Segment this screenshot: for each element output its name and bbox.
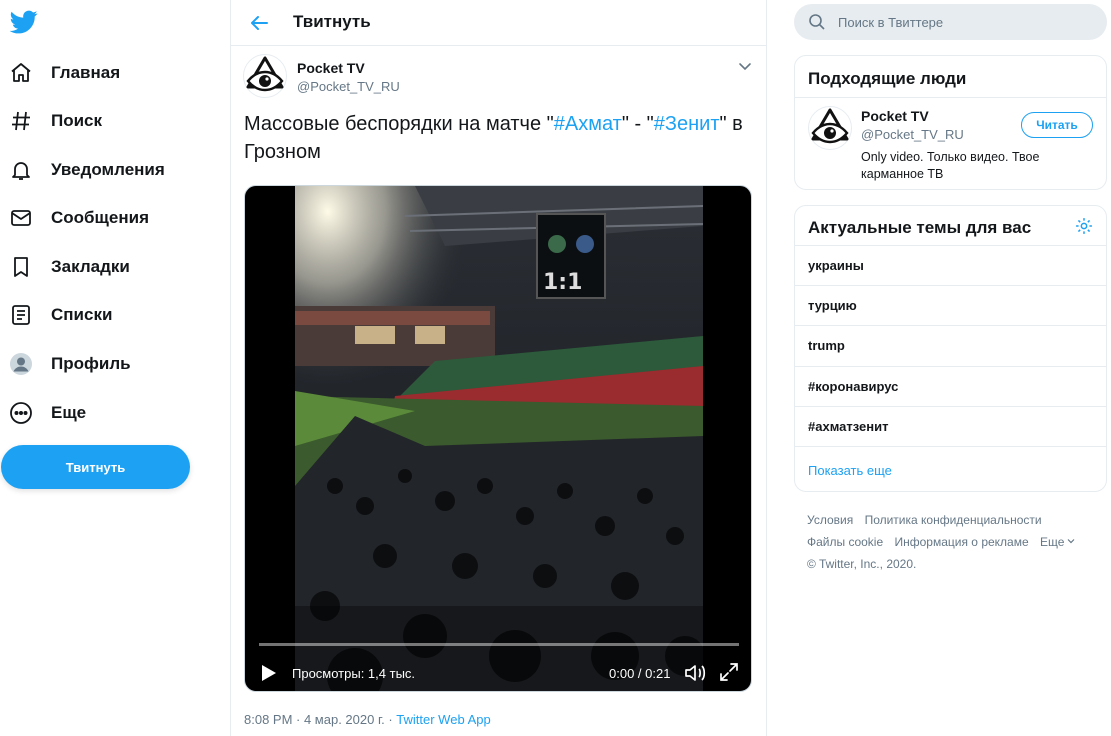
left-nav: Главная Поиск Уведомления Сообщения Закл… — [0, 0, 230, 736]
footer-more-label: Еще — [1040, 535, 1065, 549]
more-circle-icon — [8, 400, 34, 426]
fullscreen-icon[interactable] — [718, 661, 740, 683]
nav-lists-label: Списки — [51, 305, 113, 324]
chevron-down-icon — [1067, 539, 1075, 544]
home-icon — [8, 60, 34, 86]
suggested-user-handle[interactable]: @Pocket_TV_RU — [861, 127, 964, 142]
trends-card: Актуальные темы для вас украины турцию t… — [794, 205, 1107, 492]
suggested-user-bio: Only video. Только видео. Твое карманное… — [861, 150, 1040, 181]
nav-notifications[interactable]: Уведомления — [8, 150, 165, 190]
footer-ads-info-link[interactable]: Информация о рекламе — [895, 531, 1029, 553]
video-progress-bar[interactable] — [259, 643, 739, 646]
nav-messages[interactable]: Сообщения — [8, 198, 149, 238]
twitter-app: Главная Поиск Уведомления Сообщения Закл… — [0, 0, 1111, 736]
nav-lists[interactable]: Списки — [8, 295, 112, 335]
tweet-author-name[interactable]: Pocket TV — [297, 60, 365, 76]
nav-explore-label: Поиск — [51, 111, 103, 130]
tweet-author-handle[interactable]: @Pocket_TV_RU — [297, 79, 400, 94]
nav-profile[interactable]: Профиль — [8, 344, 131, 384]
footer-cookies-link[interactable]: Файлы cookie — [807, 531, 883, 553]
tweet-timestamp[interactable]: 8:08 PM · 4 мар. 2020 г. · — [244, 712, 396, 727]
main-header: Твитнуть — [231, 0, 766, 46]
nav-home-label: Главная — [51, 63, 121, 82]
video-player[interactable]: 1:1 Просмотры: 1,4 тыс. 0:00 / 0:21 — [244, 185, 752, 692]
nav-more[interactable]: Еще — [8, 393, 86, 433]
nav-explore[interactable]: Поиск — [8, 101, 102, 141]
play-icon[interactable] — [257, 662, 279, 684]
trend-item[interactable]: турцию — [795, 286, 1106, 327]
svg-text:1:1: 1:1 — [543, 270, 582, 295]
bell-icon — [8, 157, 34, 183]
footer-copyright: © Twitter, Inc., 2020. — [807, 557, 917, 571]
trend-item[interactable]: украины — [795, 246, 1106, 287]
profile-avatar-icon — [8, 351, 34, 377]
chevron-down-icon[interactable] — [737, 58, 753, 74]
tweet-text-part: " - " — [621, 113, 654, 135]
tweet-source-app[interactable]: Twitter Web App — [396, 712, 490, 727]
trend-item[interactable]: trump — [795, 326, 1106, 367]
list-icon — [8, 302, 34, 328]
trends-title-text: Актуальные темы для вас — [808, 218, 1032, 237]
footer-more-link[interactable]: Еще — [1040, 531, 1076, 553]
who-to-follow-title: Подходящие люди — [795, 56, 1106, 98]
tweet-text: Массовые беспорядки на матче "#Ахмат" - … — [244, 110, 754, 166]
who-to-follow-card: Подходящие люди Pocket TV @Pocket_TV_RU … — [794, 55, 1107, 190]
tweet-button[interactable]: Твитнуть — [1, 445, 190, 489]
tweet-text-part: Массовые беспорядки на матче " — [244, 113, 554, 135]
search-icon — [809, 14, 825, 30]
footer-terms-link[interactable]: Условия — [807, 509, 853, 531]
follow-button[interactable]: Читать — [1021, 112, 1093, 138]
bookmark-icon — [8, 254, 34, 280]
twitter-logo-icon[interactable] — [10, 8, 38, 36]
suggested-user[interactable]: Pocket TV @Pocket_TV_RU Only video. Толь… — [795, 98, 1106, 189]
tweet-meta: 8:08 PM · 4 мар. 2020 г. · Twitter Web A… — [244, 712, 491, 727]
trends-title: Актуальные темы для вас — [795, 206, 1106, 246]
nav-more-label: Еще — [51, 403, 87, 422]
hashtag-zenit[interactable]: #Зенит — [654, 113, 720, 135]
search-input[interactable] — [838, 4, 1098, 40]
gear-icon[interactable] — [1074, 216, 1094, 236]
back-arrow-icon[interactable] — [247, 11, 271, 35]
hashtag-akhmat[interactable]: #Ахмат — [554, 113, 622, 135]
main-column: Твитнуть Pocket TV @Pocket_TV_RU Массовы… — [230, 0, 767, 736]
pocket-tv-avatar[interactable] — [808, 106, 852, 150]
video-frame-stadium: 1:1 — [295, 186, 703, 691]
page-title: Твитнуть — [293, 12, 371, 31]
nav-profile-label: Профиль — [51, 354, 131, 373]
hashtag-icon — [8, 108, 34, 134]
pocket-tv-avatar[interactable] — [243, 54, 287, 98]
video-view-count: Просмотры: 1,4 тыс. — [292, 666, 416, 681]
video-time: 0:00 / 0:21 — [609, 666, 671, 681]
nav-messages-label: Сообщения — [51, 208, 149, 227]
envelope-icon — [8, 205, 34, 231]
footer: Условия Политика конфиденциальности Файл… — [807, 509, 1097, 575]
nav-bookmarks-label: Закладки — [51, 257, 130, 276]
trend-item[interactable]: #коронавирус — [795, 367, 1106, 407]
footer-privacy-link[interactable]: Политика конфиденциальности — [865, 509, 1042, 531]
nav-bookmarks[interactable]: Закладки — [8, 247, 130, 287]
show-more-trends[interactable]: Показать еще — [795, 447, 1106, 491]
search-bar[interactable] — [794, 4, 1107, 40]
nav-notifications-label: Уведомления — [51, 160, 165, 179]
suggested-user-name[interactable]: Pocket TV — [861, 108, 929, 124]
volume-icon[interactable] — [683, 661, 707, 685]
nav-home[interactable]: Главная — [8, 53, 120, 93]
trend-item[interactable]: #ахматзенит — [795, 407, 1106, 447]
